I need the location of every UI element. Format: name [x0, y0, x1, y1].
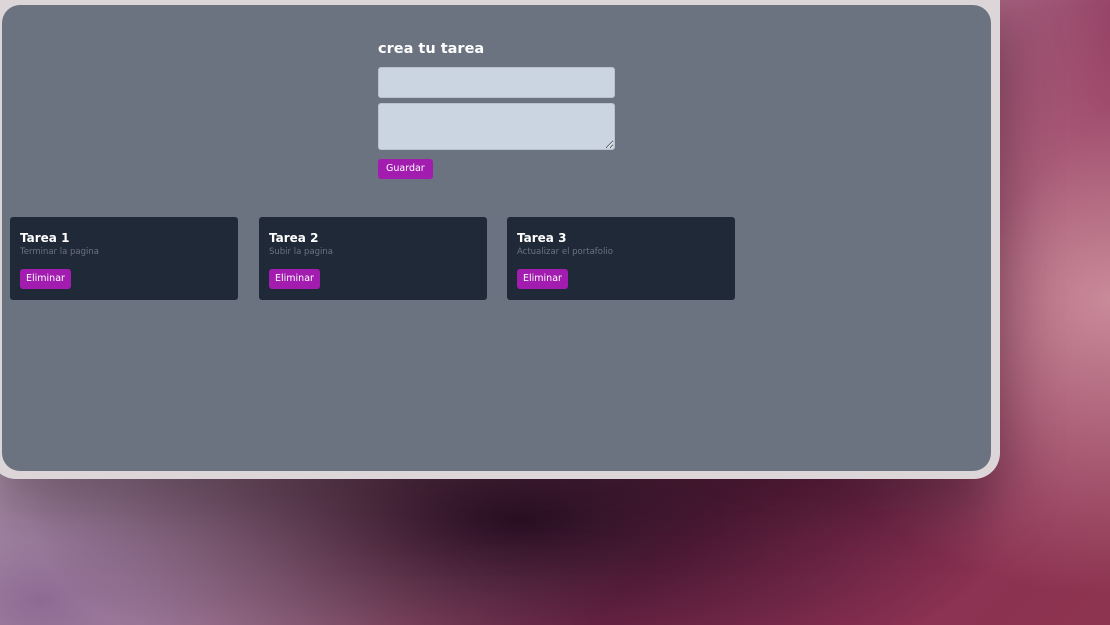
task-form: crea tu tarea Guardar: [378, 39, 618, 179]
delete-button[interactable]: Eliminar: [269, 269, 320, 289]
task-description-textarea[interactable]: [378, 103, 615, 150]
app-window: crea tu tarea Guardar Tarea 1 Terminar l…: [2, 5, 991, 471]
task-title: Tarea 2: [269, 231, 319, 245]
task-description: Subir la pagina: [269, 247, 333, 257]
task-description: Actualizar el portafolio: [517, 247, 613, 257]
task-card: Tarea 2 Subir la pagina Eliminar: [259, 217, 487, 300]
task-description: Terminar la pagina: [20, 247, 99, 257]
task-title: Tarea 3: [517, 231, 567, 245]
task-title-input[interactable]: [378, 67, 615, 98]
task-card: Tarea 3 Actualizar el portafolio Elimina…: [507, 217, 735, 300]
delete-button[interactable]: Eliminar: [517, 269, 568, 289]
form-heading: crea tu tarea: [378, 41, 485, 57]
delete-button[interactable]: Eliminar: [20, 269, 71, 289]
task-card: Tarea 1 Terminar la pagina Eliminar: [10, 217, 238, 300]
task-title: Tarea 1: [20, 231, 70, 245]
save-button[interactable]: Guardar: [378, 159, 433, 179]
